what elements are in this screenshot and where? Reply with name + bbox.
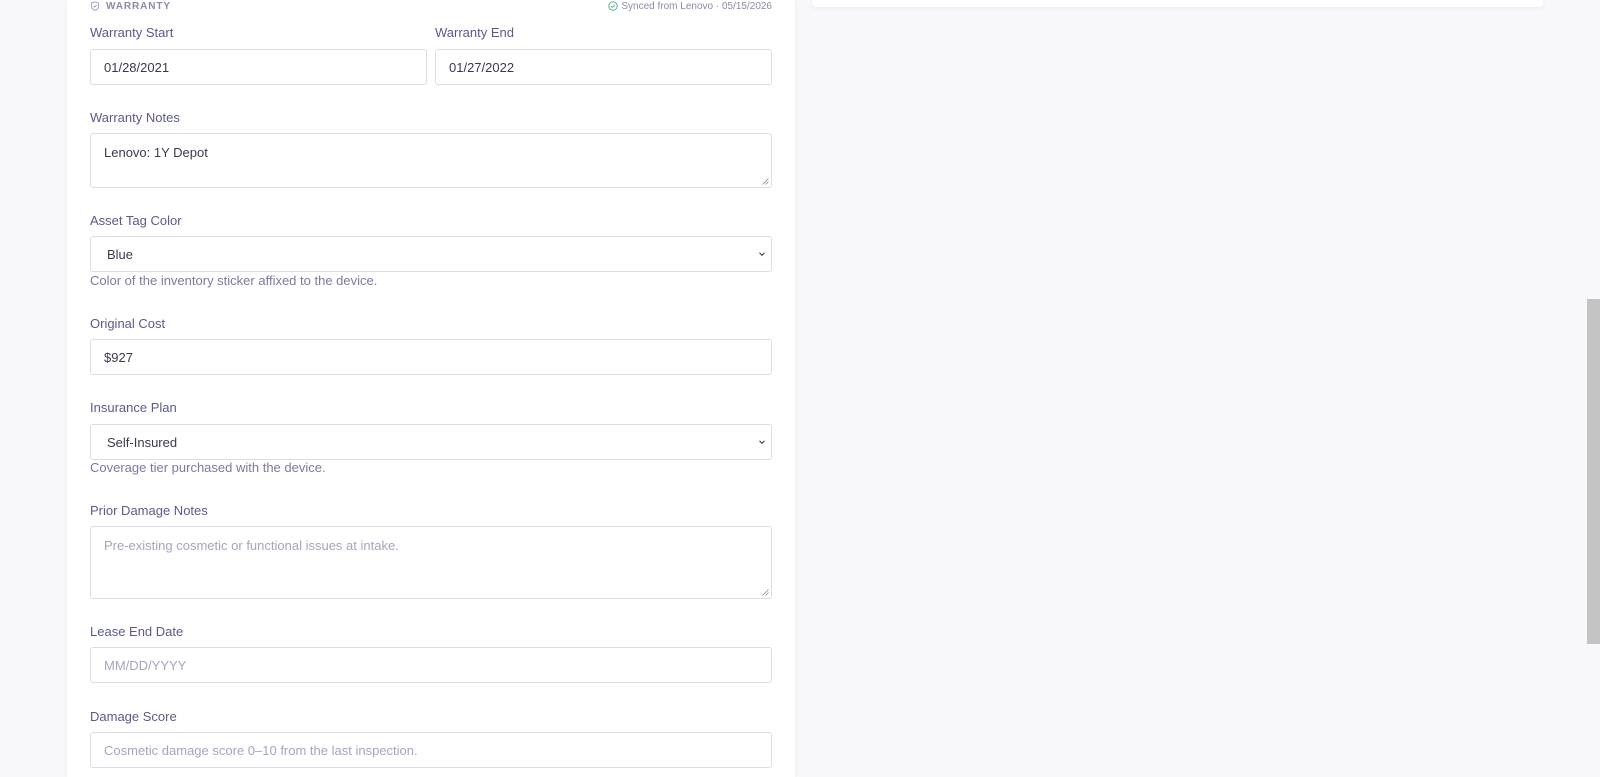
- insurance-plan-value: Self-Insured: [107, 434, 178, 450]
- chevron-down-icon: [759, 252, 765, 257]
- warranty-end-label: Warranty End: [435, 25, 514, 40]
- prior-damage-notes-label: Prior Damage Notes: [90, 503, 208, 518]
- lease-end-date-label: Lease End Date: [90, 624, 184, 639]
- resize-handle-icon[interactable]: [761, 177, 769, 185]
- chevron-down-icon: [759, 440, 765, 445]
- original-cost-label: Original Cost: [90, 316, 166, 331]
- warranty-start-label: Warranty Start: [90, 25, 174, 40]
- warranty-notes-textarea[interactable]: Lenovo: 1Y Depot: [90, 133, 772, 188]
- original-cost-field[interactable]: $927: [90, 339, 772, 375]
- shield-check-icon: [90, 1, 100, 11]
- resize-handle-icon[interactable]: [761, 588, 769, 596]
- asset-tag-color-value: Blue: [107, 246, 134, 262]
- warranty-end-field[interactable]: 01/27/2022: [435, 49, 772, 85]
- warranty-section-title: WARRANTY: [106, 0, 171, 12]
- scrollbar-thumb[interactable]: [1587, 299, 1600, 644]
- prior-damage-notes-textarea[interactable]: Pre-existing cosmetic or functional issu…: [90, 526, 772, 599]
- warranty-start-value: 01/28/2021: [104, 59, 170, 75]
- damage-score-field[interactable]: Cosmetic damage score 0–10 from the last…: [90, 732, 772, 768]
- original-cost-value: $927: [104, 349, 133, 365]
- lease-end-date-field[interactable]: MM/DD/YYYY: [90, 647, 772, 683]
- insurance-plan-help: Coverage tier purchased with the device.: [90, 460, 326, 475]
- insurance-plan-select[interactable]: Self-Insured: [90, 424, 772, 460]
- warranty-end-value: 01/27/2022: [449, 59, 515, 75]
- warranty-notes-value: Lenovo: 1Y Depot: [104, 145, 208, 160]
- lease-end-date-placeholder: MM/DD/YYYY: [104, 657, 187, 673]
- asset-tag-color-label: Asset Tag Color: [90, 213, 182, 228]
- side-panel-card: [812, 0, 1543, 7]
- warranty-start-field[interactable]: 01/28/2021: [90, 49, 427, 85]
- page: WARRANTY Synced from Lenovo · 05/15/2026…: [0, 0, 1600, 777]
- sync-status-text: Synced from Lenovo · 05/15/2026: [621, 0, 772, 12]
- prior-damage-notes-placeholder: Pre-existing cosmetic or functional issu…: [104, 538, 399, 553]
- sync-status: Synced from Lenovo · 05/15/2026: [608, 0, 772, 12]
- damage-score-label: Damage Score: [90, 709, 177, 724]
- warranty-notes-label: Warranty Notes: [90, 110, 180, 125]
- asset-tag-color-help: Color of the inventory sticker affixed t…: [90, 273, 378, 288]
- damage-score-placeholder: Cosmetic damage score 0–10 from the last…: [104, 742, 418, 758]
- insurance-plan-label: Insurance Plan: [90, 400, 177, 415]
- check-circle-icon: [608, 1, 618, 11]
- asset-tag-color-select[interactable]: Blue: [90, 236, 772, 272]
- warranty-section-header: WARRANTY: [90, 0, 171, 12]
